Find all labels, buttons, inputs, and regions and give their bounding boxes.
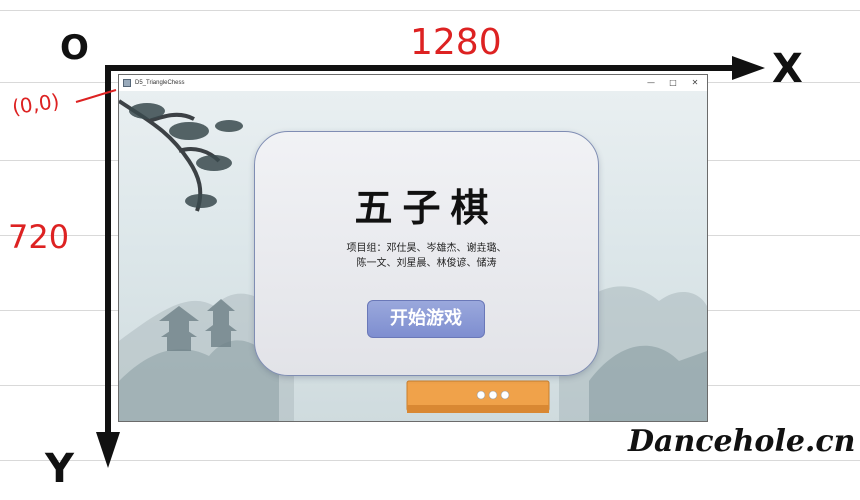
gomoku-board-graphic [406,380,550,413]
x-width-label: 1280 [410,22,502,63]
title-bar[interactable]: D5_TriangleChess — □ ✕ [119,75,707,92]
app-icon [123,79,131,87]
game-area: 五子棋 项目组：邓仕昊、岑雄杰、谢垚璐、 陈一文、刘星晨、林俊谚、储涛 开始游戏 [119,91,707,421]
origin-coordinate-label: (0,0) [10,88,61,120]
main-dialog: 五子棋 项目组：邓仕昊、岑雄杰、谢垚璐、 陈一文、刘星晨、林俊谚、储涛 开始游戏 [254,131,599,376]
minimize-button[interactable]: — [641,75,661,91]
x-axis-arrowhead [732,56,765,80]
x-axis-label: X [772,46,803,92]
origin-pointer-stroke [75,89,117,103]
app-window: D5_TriangleChess — □ ✕ 五子棋 项目组：邓仕昊、岑雄杰、谢… [118,74,708,422]
ruled-line [0,10,860,11]
close-button[interactable]: ✕ [685,75,705,91]
credits-line-2: 陈一文、刘星晨、林俊谚、储涛 [356,258,497,269]
start-game-button[interactable]: 开始游戏 [367,300,485,338]
game-title: 五子棋 [354,185,499,230]
maximize-button[interactable]: □ [663,75,683,91]
y-axis-label: Y [45,446,74,492]
origin-label: O [60,28,89,68]
credits-line-1: 项目组：邓仕昊、岑雄杰、谢垚璐、 [346,243,507,254]
window-title: D5_TriangleChess [135,80,185,86]
watermark: Dancehole.cn [628,424,856,459]
y-axis-arrowhead [96,432,120,468]
ruled-line [0,460,860,461]
y-height-label: 720 [8,218,70,256]
